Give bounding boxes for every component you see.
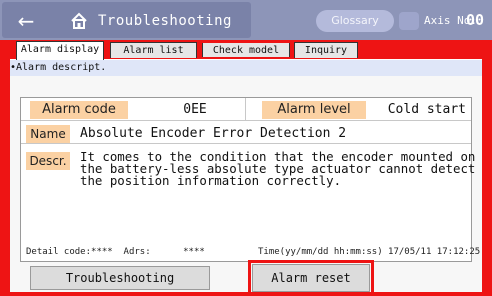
home-icon[interactable] [70, 12, 88, 30]
tab-inquiry[interactable]: Inquiry [294, 42, 358, 58]
tab-check-model-num[interactable]: Check model num. [202, 42, 290, 72]
description-label: Descr. [26, 152, 70, 170]
alarm-time: Time(yy/mm/dd hh:mm:ss) 17/05/11 17:12:2… [258, 247, 481, 257]
alarm-level-value: Cold start [387, 102, 466, 117]
troubleshooting-button[interactable]: Troubleshooting [30, 266, 210, 290]
tab-alarm-list[interactable]: Alarm list [110, 42, 197, 58]
alarm-description: It comes to the condition that the encod… [80, 150, 475, 188]
axis-icon [399, 12, 419, 30]
glossary-button[interactable]: Glossary [316, 10, 394, 32]
frame-left [0, 59, 10, 296]
frame-bottom [0, 292, 492, 296]
description-line: the position information correctly. [80, 173, 342, 188]
screen: ← Troubleshooting Glossary Axis No. 00 A… [0, 0, 492, 296]
alarm-code-label: Alarm code [30, 101, 128, 119]
alarm-code-value: 0EE [183, 102, 207, 117]
frame-right [482, 59, 492, 296]
alarm-reset-button[interactable]: Alarm reset [252, 264, 370, 292]
alarm-level-label: Alarm level [262, 101, 366, 119]
divider [21, 120, 471, 121]
tab-alarm-display[interactable]: Alarm display [16, 41, 104, 60]
header-bar: ← Troubleshooting Glossary Axis No. 00 [0, 0, 492, 40]
axis-number: 00 [466, 11, 485, 29]
arrow-left-icon[interactable]: ← [14, 10, 38, 32]
section-title: •Alarm descript. [10, 60, 482, 76]
page-title: Troubleshooting [98, 13, 232, 29]
divider [21, 143, 471, 144]
name-label: Name [26, 125, 70, 143]
divider [245, 98, 246, 120]
alarm-name-value: Absolute Encoder Error Detection 2 [80, 126, 347, 141]
detail-code: Detail code:**** Adrs: **** [26, 247, 205, 257]
header-left-panel: ← Troubleshooting [2, 2, 251, 38]
